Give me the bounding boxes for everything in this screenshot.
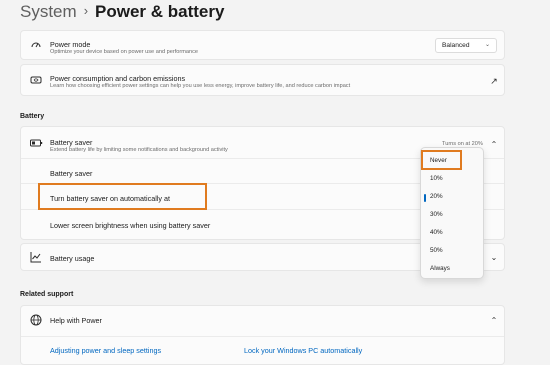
help-link[interactable]: Lock your Windows PC automatically [244,346,362,355]
related-support-header: Related support [20,291,74,298]
breadcrumb: System › Power & battery [20,0,224,23]
menu-option-10[interactable]: 10% [430,175,443,182]
power-consumption-title: Power consumption and carbon emissions [50,74,186,83]
breadcrumb-root[interactable]: System [20,2,77,21]
power-consumption-card[interactable]: Power consumption and carbon emissions L… [20,64,505,96]
highlight-box [38,183,207,210]
menu-option-20[interactable]: 20% [430,193,443,200]
menu-option-50[interactable]: 50% [430,247,443,254]
menu-option-40[interactable]: 40% [430,229,443,236]
page-title: Power & battery [95,2,225,21]
battery-usage-title: Battery usage [50,254,95,263]
chevron-down-icon[interactable]: ⌄ [487,251,501,265]
battery-saver-icon [29,138,43,152]
help-with-power-title: Help with Power [50,316,102,325]
battery-section-header: Battery [20,113,45,120]
power-mode-subtitle: Optimize your device based on power use … [50,49,199,55]
battery-saver-title: Battery saver [50,138,93,147]
battery-saver-toggle-label: Battery saver [50,169,93,178]
selection-indicator [424,194,426,202]
help-link[interactable]: Adjusting power and sleep settings [50,346,161,355]
battery-saver-subtitle: Extend battery life by limiting some not… [50,147,228,153]
chevron-up-icon[interactable]: ⌃ [487,314,501,328]
power-mode-value: Balanced [442,42,470,49]
breadcrumb-separator: › [83,3,89,18]
power-mode-icon [29,39,43,53]
leaf-icon [29,74,43,88]
open-external-icon: ↗ [490,76,498,86]
highlight-box [421,150,462,170]
power-mode-dropdown[interactable]: Balanced ⌄ [435,38,497,53]
chevron-up-icon[interactable]: ⌃ [487,138,501,152]
chevron-down-icon: ⌄ [484,42,490,48]
divider [21,336,504,337]
lower-brightness-label: Lower screen brightness when using batte… [50,221,211,230]
chart-icon [29,251,43,265]
power-mode-title: Power mode [50,40,91,49]
menu-option-30[interactable]: 30% [430,211,443,218]
power-consumption-subtitle: Learn how choosing efficient power setti… [50,83,351,89]
globe-icon [29,314,43,328]
menu-option-always[interactable]: Always [430,265,450,272]
help-with-power-card: Help with Power ⌃ Adjusting power and sl… [20,305,505,365]
power-mode-card: Power mode Optimize your device based on… [20,30,505,60]
